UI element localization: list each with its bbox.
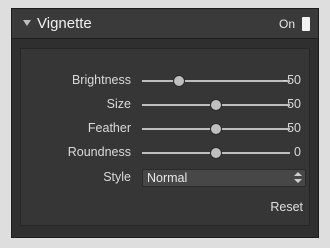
- slider-row-brightness: Brightness -50: [21, 72, 309, 90]
- slider-value[interactable]: 50: [287, 97, 301, 111]
- slider-label: Brightness: [71, 73, 131, 87]
- panel-title: Vignette: [37, 15, 92, 32]
- slider-thumb[interactable]: [174, 76, 184, 86]
- slider-track[interactable]: [142, 80, 290, 82]
- style-row: Style Normal: [21, 169, 309, 187]
- disclosure-triangle-icon[interactable]: [23, 20, 31, 26]
- toggle-label: On: [279, 17, 296, 31]
- panel-header[interactable]: Vignette On: [12, 9, 318, 39]
- style-select[interactable]: Normal: [142, 169, 306, 187]
- slider-value[interactable]: 0: [294, 145, 301, 159]
- slider-value[interactable]: 50: [287, 121, 301, 135]
- panel-content: Brightness -50 Size 50 Feather 50 Roundn…: [20, 48, 310, 226]
- slider-thumb[interactable]: [211, 100, 221, 110]
- arrow-up-icon: [294, 172, 302, 176]
- slider-row-roundness: Roundness 0: [21, 144, 309, 162]
- slider-row-size: Size 50: [21, 96, 309, 114]
- slider-row-feather: Feather 50: [21, 120, 309, 138]
- slider-thumb[interactable]: [211, 124, 221, 134]
- style-label: Style: [103, 170, 131, 184]
- style-selected-value: Normal: [147, 171, 188, 185]
- updown-arrows-icon: [294, 172, 302, 184]
- slider-label: Roundness: [67, 145, 131, 159]
- slider-value[interactable]: -50: [283, 73, 301, 87]
- vignette-panel: Vignette On Brightness -50 Size 50 Feath…: [11, 8, 319, 238]
- on-toggle-switch[interactable]: [302, 17, 310, 31]
- arrow-down-icon: [294, 179, 302, 183]
- slider-label: Size: [106, 97, 131, 111]
- slider-thumb[interactable]: [211, 148, 221, 158]
- reset-button[interactable]: Reset: [270, 200, 303, 214]
- slider-label: Feather: [87, 121, 131, 135]
